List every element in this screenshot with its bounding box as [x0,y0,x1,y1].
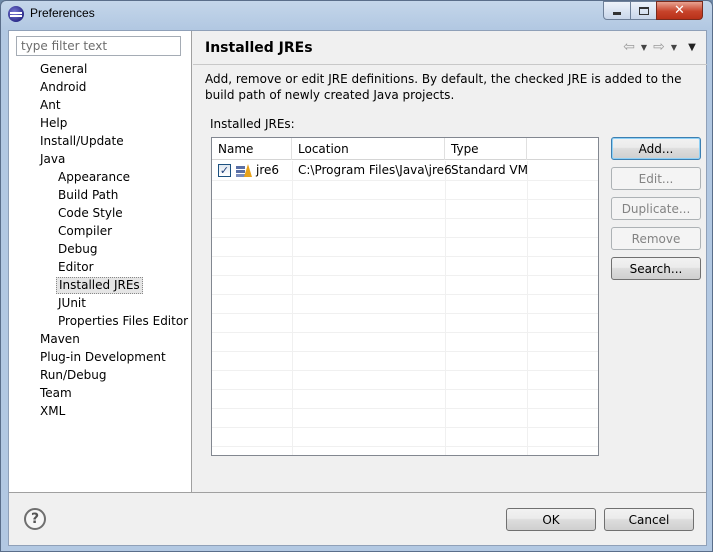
page-navigation: ⇦ ▼ ⇨ ▼ ▼ [621,39,699,55]
grid-line [212,427,598,428]
remove-button[interactable]: Remove [611,227,701,250]
tree-item[interactable]: Compiler [56,223,114,240]
grid-line [212,199,598,200]
cancel-button[interactable]: Cancel [604,508,694,531]
add-button[interactable]: Add... [611,137,701,160]
tree-item[interactable]: Debug [56,241,99,258]
help-icon[interactable]: ? [24,508,46,530]
column-header-location[interactable]: Location [292,138,445,160]
title-bar[interactable]: Preferences ✕ [1,1,712,27]
page-title: Installed JREs [205,40,313,56]
tree-item[interactable]: Java [38,151,67,168]
grid-line [212,237,598,238]
tree-item[interactable]: Build Path [56,187,120,204]
column-header-name[interactable]: Name [212,138,292,160]
maximize-button[interactable] [630,1,657,20]
cell-type: Standard VM [451,163,528,177]
page-content: Installed JREs ⇦ ▼ ⇨ ▼ ▼ Add, remove or … [193,31,707,492]
search-button[interactable]: Search... [611,257,701,280]
dialog-client-area: GeneralAndroidAntHelpInstall/UpdateJavaA… [8,30,707,546]
page-description: Add, remove or edit JRE definitions. By … [205,72,682,102]
eclipse-icon [8,6,24,22]
tree-item[interactable]: Install/Update [38,133,126,150]
grid-line [212,370,598,371]
tree-item[interactable]: Help [38,115,69,132]
grid-line [212,256,598,257]
edit-button[interactable]: Edit... [611,167,701,190]
column-header-filler [527,138,598,160]
back-dropdown-icon[interactable]: ▼ [639,43,649,52]
tree-item[interactable]: Appearance [56,169,132,186]
minimize-icon [613,12,621,15]
installed-jres-label: Installed JREs: [210,117,295,131]
duplicate-button[interactable]: Duplicate... [611,197,701,220]
grid-line [212,275,598,276]
grid-line [212,446,598,447]
grid-line [212,313,598,314]
tree-item[interactable]: Editor [56,259,96,276]
tree-item[interactable]: Ant [38,97,63,114]
tree-item[interactable]: Maven [38,331,82,348]
maximize-icon [638,6,649,15]
preference-tree-pane: GeneralAndroidAntHelpInstall/UpdateJavaA… [9,31,192,492]
preferences-window: Preferences ✕ GeneralAndroidAntHelpInsta… [0,0,713,552]
tree-item[interactable]: XML [38,403,67,420]
tree-item[interactable]: Team [38,385,74,402]
grid-line [212,218,598,219]
grid-line [212,389,598,390]
view-menu-icon[interactable]: ▼ [685,42,699,53]
tree-item[interactable]: Run/Debug [38,367,109,384]
tree-item[interactable]: General [38,61,89,78]
forward-dropdown-icon[interactable]: ▼ [669,43,679,52]
grid-line [527,161,528,455]
forward-arrow-icon[interactable]: ⇨ [651,39,667,55]
grid-line [212,351,598,352]
column-header-type[interactable]: Type [445,138,527,160]
minimize-button[interactable] [603,1,631,20]
filter-input[interactable] [16,36,181,56]
tree-item[interactable]: Android [38,79,88,96]
back-arrow-icon[interactable]: ⇦ [621,39,637,55]
header-divider [193,64,707,65]
footer-divider [9,492,706,493]
close-button[interactable]: ✕ [656,1,703,20]
tree-item[interactable]: Code Style [56,205,125,222]
tree-item[interactable]: Plug-in Development [38,349,168,366]
tree-item[interactable]: JUnit [56,295,88,312]
grid-line [445,161,446,455]
grid-line [212,332,598,333]
jre-checkbox[interactable]: ✓ [218,164,231,177]
table-row[interactable]: ✓ jre6 C:\Program Files\Java\jre6 Standard … [212,161,598,180]
grid-line [212,294,598,295]
close-icon: ✕ [674,3,685,18]
grid-line [212,408,598,409]
table-header: Name Location Type [212,138,598,160]
tree-item[interactable]: Installed JREs [56,277,143,294]
tree-item[interactable]: Properties Files Editor [56,313,190,330]
cell-location: C:\Program Files\Java\jre6 [298,163,452,177]
window-title: Preferences [30,6,95,20]
installed-jres-table[interactable]: Name Location Type ✓ jre6 C:\Program Files… [211,137,599,456]
grid-line [292,161,293,455]
grid-line [212,180,598,181]
ok-button[interactable]: OK [506,508,596,531]
cell-name: jre6 [256,163,280,177]
